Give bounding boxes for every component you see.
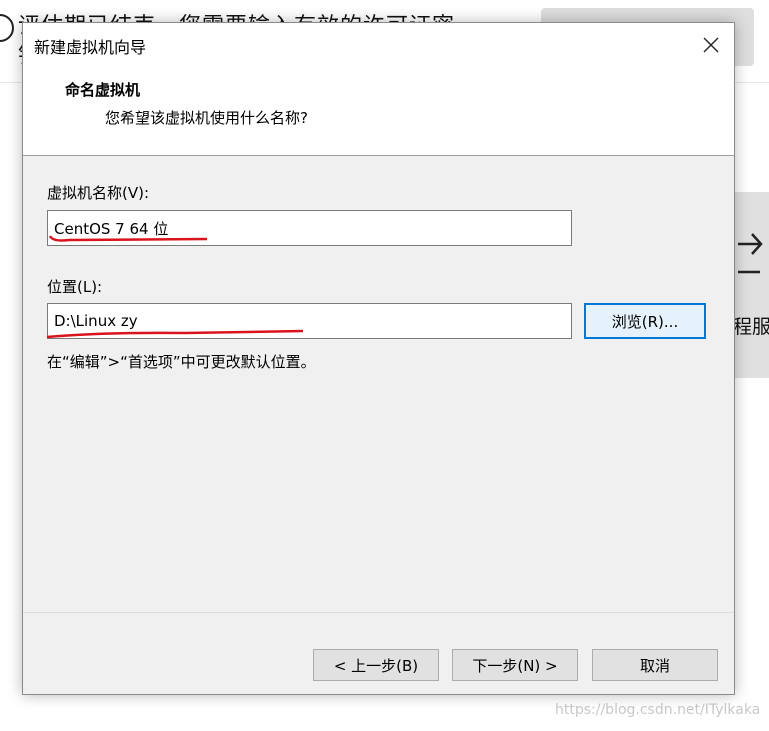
- close-icon: [703, 37, 719, 53]
- new-vm-wizard-dialog: 新建虚拟机向导 命名虚拟机 您希望该虚拟机使用什么名称? 虚拟机名称(V): 位…: [22, 22, 735, 695]
- footer-divider: [23, 612, 734, 613]
- close-button[interactable]: [688, 23, 734, 67]
- vm-name-input[interactable]: [47, 210, 572, 246]
- step-subtitle: 您希望该虚拟机使用什么名称?: [105, 109, 308, 127]
- bg-side-panel[interactable]: [734, 192, 769, 378]
- location-input[interactable]: [47, 303, 572, 339]
- browse-button[interactable]: 浏览(R)...: [584, 303, 706, 339]
- wizard-header: 命名虚拟机 您希望该虚拟机使用什么名称?: [23, 67, 734, 156]
- wizard-content: 虚拟机名称(V): 位置(L): 浏览(R)... 在“编辑”>“首选项”中可更…: [23, 156, 734, 612]
- vm-name-label: 虚拟机名称(V):: [47, 184, 150, 202]
- next-button[interactable]: 下一步(N) >: [452, 649, 578, 681]
- cancel-button[interactable]: 取消: [592, 649, 718, 681]
- location-hint: 在“编辑”>“首选项”中可更改默认位置。: [47, 353, 316, 371]
- location-label: 位置(L):: [47, 278, 103, 296]
- step-title: 命名虚拟机: [65, 81, 141, 99]
- back-button[interactable]: < 上一步(B): [313, 649, 439, 681]
- dialog-title: 新建虚拟机向导: [34, 38, 147, 57]
- title-bar: 新建虚拟机向导: [23, 23, 734, 67]
- bg-side-text: 程服务: [733, 316, 769, 338]
- info-icon: [0, 14, 14, 42]
- arrow-right-icon: [738, 233, 763, 274]
- watermark: https://blog.csdn.net/ITylkaka: [555, 702, 761, 718]
